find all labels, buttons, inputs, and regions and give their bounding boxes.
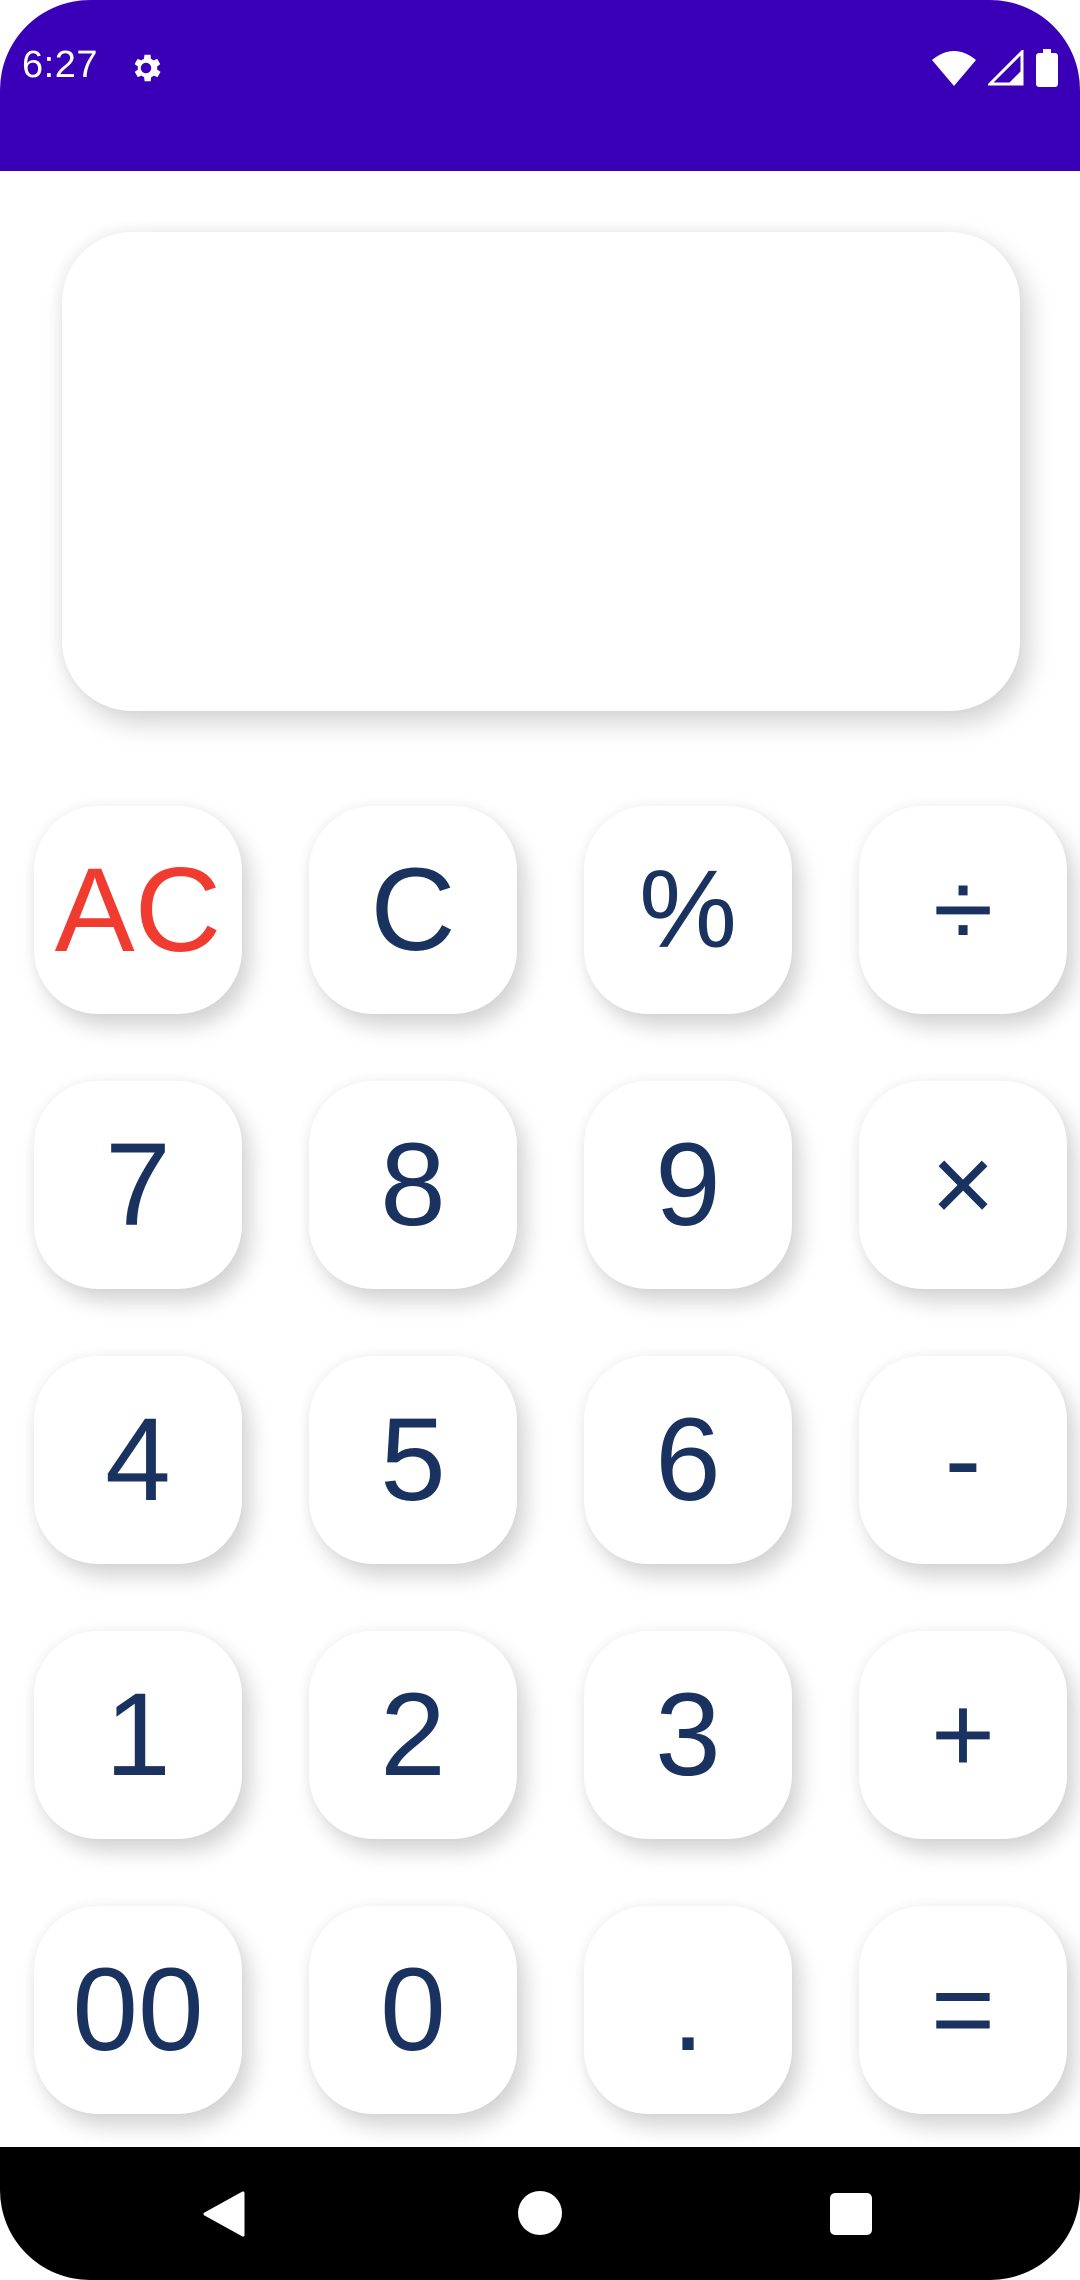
calculator-display xyxy=(62,232,1020,711)
double-zero-button[interactable]: 00 xyxy=(34,1906,242,2114)
digit-5-button[interactable]: 5 xyxy=(309,1356,517,1564)
digit-6-button[interactable]: 6 xyxy=(584,1356,792,1564)
plus-button[interactable]: + xyxy=(859,1631,1067,1839)
clear-all-button[interactable]: AC xyxy=(34,806,242,1014)
digit-4-button[interactable]: 4 xyxy=(34,1356,242,1564)
status-bar: 6:27 xyxy=(0,0,1080,171)
digit-7-button[interactable]: 7 xyxy=(34,1081,242,1289)
battery-icon xyxy=(1036,49,1058,87)
gear-icon xyxy=(134,54,161,82)
signal-icon xyxy=(988,50,1024,86)
navigation-bar xyxy=(0,2147,1080,2280)
percent-button[interactable]: % xyxy=(584,806,792,1014)
recents-icon[interactable] xyxy=(830,2193,872,2235)
digit-0-button[interactable]: 0 xyxy=(309,1906,517,2114)
home-icon[interactable] xyxy=(518,2191,562,2235)
decimal-point-button[interactable]: . xyxy=(584,1906,792,2114)
minus-button[interactable]: - xyxy=(859,1356,1067,1564)
divide-button[interactable]: ÷ xyxy=(859,806,1067,1014)
digit-2-button[interactable]: 2 xyxy=(309,1631,517,1839)
digit-8-button[interactable]: 8 xyxy=(309,1081,517,1289)
wifi-icon xyxy=(932,51,976,86)
digit-1-button[interactable]: 1 xyxy=(34,1631,242,1839)
clear-button[interactable]: C xyxy=(309,806,517,1014)
equals-button[interactable]: = xyxy=(859,1906,1067,2114)
multiply-button[interactable]: × xyxy=(859,1081,1067,1289)
digit-9-button[interactable]: 9 xyxy=(584,1081,792,1289)
status-icons xyxy=(932,48,1058,88)
digit-3-button[interactable]: 3 xyxy=(584,1631,792,1839)
status-time: 6:27 xyxy=(22,44,98,86)
back-icon[interactable] xyxy=(203,2191,247,2237)
calculator-screen: 6:27 AC C % ÷ 7 8 9 × 4 5 6 - 1 2 3 + 00… xyxy=(0,0,1080,2280)
